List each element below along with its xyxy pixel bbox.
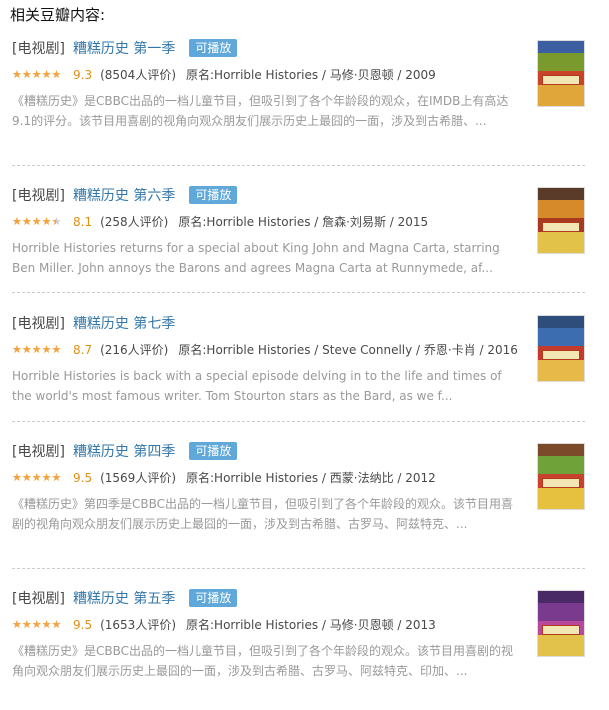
description: 《糟糕历史》是CBBC出品的一档儿童节目，但吸引到了各个年龄段的观众。该节目用喜… bbox=[12, 644, 514, 678]
star-icons-filled: ★★★★★ bbox=[12, 472, 62, 483]
description: Horrible Histories is back with a specia… bbox=[12, 369, 502, 403]
rating-score: 9.5 bbox=[73, 618, 93, 632]
poster-color-band bbox=[538, 188, 584, 200]
star-rating: ★★★★★★★★★★ bbox=[12, 69, 67, 80]
vote-count: (1653人评价) bbox=[100, 618, 176, 632]
related-douban-content: 相关豆瓣内容: [电视剧] 糟糕历史 第一季 可播放 ★★★★★ ★★★★★ 9.3 (8… bbox=[0, 0, 609, 710]
poster-logo-plate bbox=[542, 625, 580, 635]
star-icons-filled: ★★★★★ bbox=[12, 619, 62, 630]
divider bbox=[12, 568, 585, 569]
poster-color-band bbox=[538, 316, 584, 328]
poster-color-band bbox=[538, 85, 584, 106]
category-label: [电视剧] bbox=[12, 316, 65, 332]
star-icons-filled: ★★★★★ bbox=[12, 216, 56, 227]
rating-score: 8.1 bbox=[73, 215, 93, 229]
original-info: 原名:Horrible Histories / 詹森·刘易斯 / 2015 bbox=[178, 215, 429, 229]
playable-badge[interactable]: 可播放 bbox=[189, 589, 238, 607]
playable-badge[interactable]: 可播放 bbox=[189, 39, 238, 57]
poster-logo-plate bbox=[542, 478, 580, 488]
tv-poster-thumbnail[interactable] bbox=[537, 40, 585, 107]
section-heading: 相关豆瓣内容: bbox=[10, 6, 106, 24]
description: Horrible Histories returns for a special… bbox=[12, 241, 500, 275]
poster-color-band bbox=[538, 53, 584, 71]
title-link[interactable]: 糟糕历史 第五季 bbox=[73, 591, 175, 607]
star-rating: ★★★★★★★★★★ bbox=[12, 344, 67, 355]
star-icons-filled: ★★★★★ bbox=[12, 344, 62, 355]
poster-logo-plate bbox=[542, 222, 580, 232]
poster-logo-plate bbox=[542, 350, 580, 360]
poster-color-band bbox=[538, 200, 584, 218]
poster-color-band bbox=[538, 232, 584, 253]
rating-score: 9.5 bbox=[73, 471, 93, 485]
poster-color-band bbox=[538, 456, 584, 474]
vote-count: (8504人评价) bbox=[100, 68, 176, 82]
divider bbox=[12, 421, 585, 422]
description: 《糟糕历史》是CBBC出品的一档儿童节目，但吸引到了各个年龄段的观众，在IMDB… bbox=[12, 94, 509, 128]
star-rating: ★★★★★★★★★★ bbox=[12, 472, 67, 483]
poster-color-band bbox=[538, 635, 584, 656]
original-info: 原名:Horrible Histories / 西蒙·法纳比 / 2012 bbox=[186, 471, 436, 485]
playable-badge[interactable]: 可播放 bbox=[189, 442, 238, 460]
description: 《糟糕历史》第四季是CBBC出品的一档儿童节目，但吸引到了各个年龄段的观众。该节… bbox=[12, 497, 514, 531]
category-label: [电视剧] bbox=[12, 444, 65, 460]
star-icons-filled: ★★★★★ bbox=[12, 69, 62, 80]
tv-poster-thumbnail[interactable] bbox=[537, 187, 585, 254]
divider bbox=[12, 292, 585, 293]
vote-count: (1569人评价) bbox=[100, 471, 176, 485]
title-link[interactable]: 糟糕历史 第六季 bbox=[73, 188, 175, 204]
star-rating: ★★★★★★★★★★ bbox=[12, 216, 67, 227]
tv-poster-thumbnail[interactable] bbox=[537, 315, 585, 382]
poster-color-band bbox=[538, 591, 584, 603]
vote-count: (216人评价) bbox=[100, 343, 169, 357]
poster-color-band bbox=[538, 360, 584, 381]
tv-poster-thumbnail[interactable] bbox=[537, 443, 585, 510]
star-rating: ★★★★★★★★★★ bbox=[12, 619, 67, 630]
tv-poster-thumbnail[interactable] bbox=[537, 590, 585, 657]
rating-score: 8.7 bbox=[73, 343, 93, 357]
playable-badge[interactable]: 可播放 bbox=[189, 186, 238, 204]
category-label: [电视剧] bbox=[12, 41, 65, 57]
poster-color-band bbox=[538, 488, 584, 509]
poster-color-band bbox=[538, 41, 584, 53]
original-info: 原名:Horrible Histories / 马修·贝恩顿 / 2013 bbox=[186, 618, 436, 632]
title-link[interactable]: 糟糕历史 第七季 bbox=[73, 316, 175, 332]
category-label: [电视剧] bbox=[12, 188, 65, 204]
title-link[interactable]: 糟糕历史 第四季 bbox=[73, 444, 175, 460]
divider bbox=[12, 165, 585, 166]
original-info: 原名:Horrible Histories / Steve Connelly /… bbox=[178, 343, 518, 357]
title-link[interactable]: 糟糕历史 第一季 bbox=[73, 41, 175, 57]
poster-color-band bbox=[538, 444, 584, 456]
poster-color-band bbox=[538, 603, 584, 621]
category-label: [电视剧] bbox=[12, 591, 65, 607]
original-info: 原名:Horrible Histories / 马修·贝恩顿 / 2009 bbox=[186, 68, 436, 82]
vote-count: (258人评价) bbox=[100, 215, 169, 229]
poster-logo-plate bbox=[542, 75, 580, 85]
poster-color-band bbox=[538, 328, 584, 346]
rating-score: 9.3 bbox=[73, 68, 93, 82]
